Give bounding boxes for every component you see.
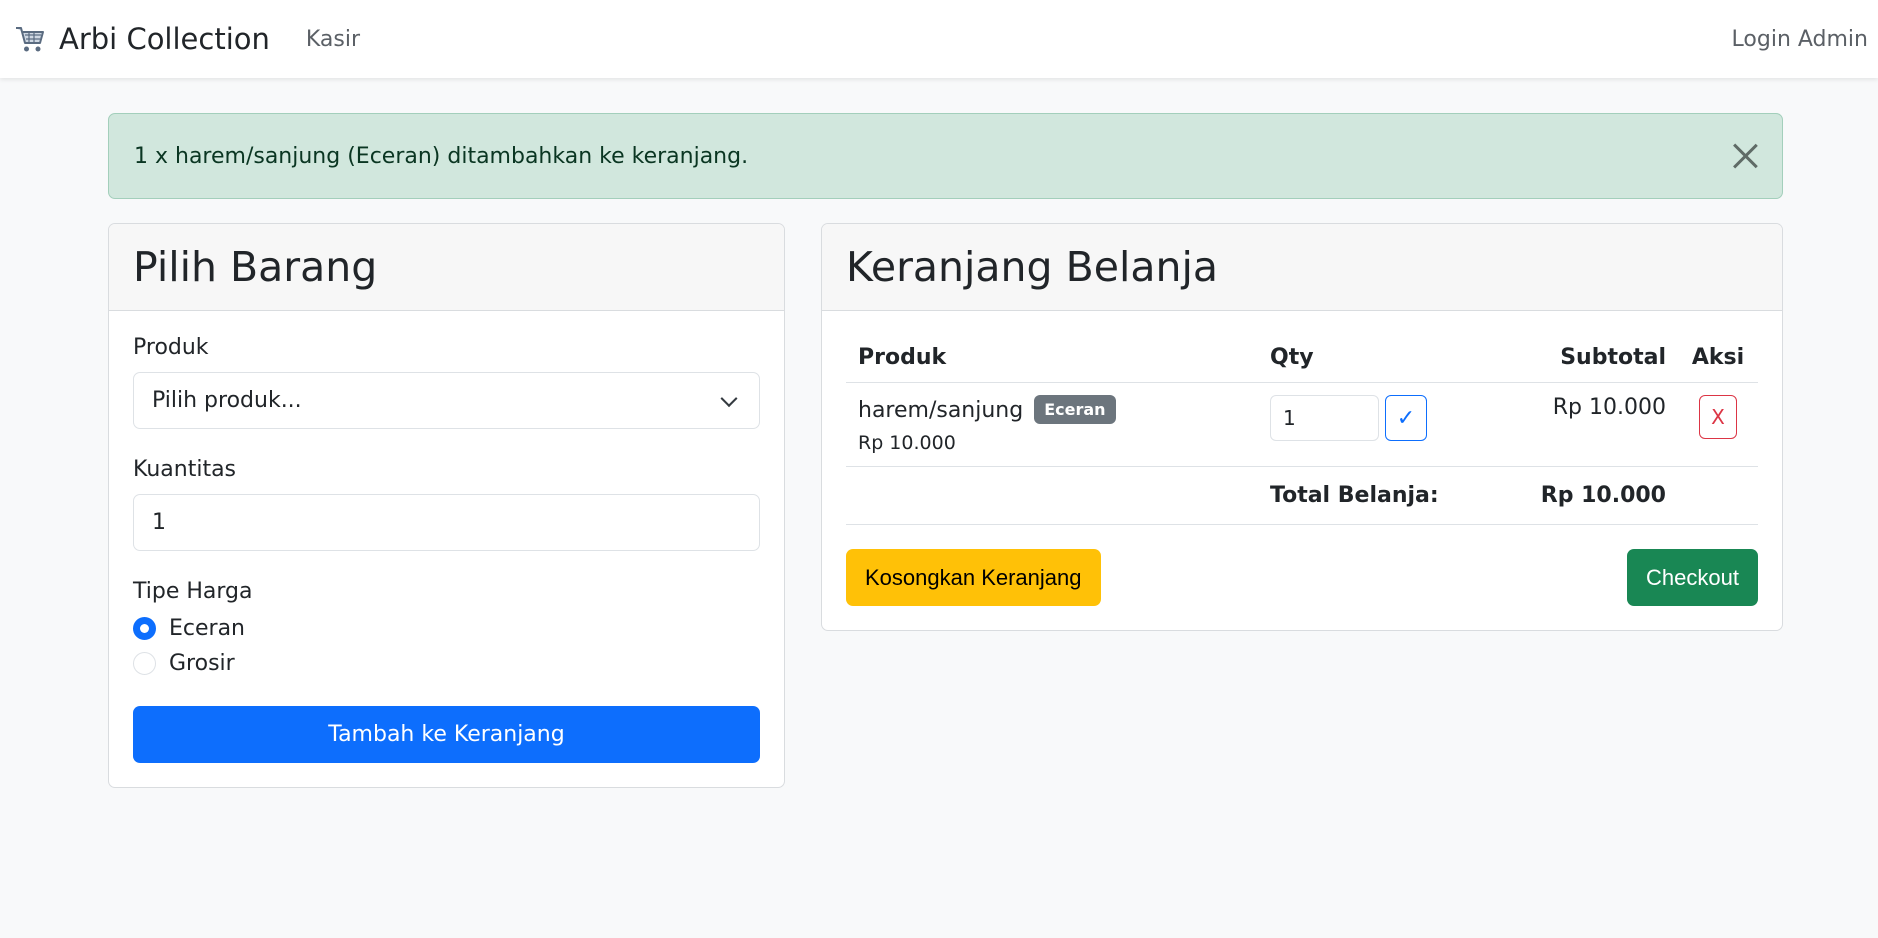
kuantitas-label: Kuantitas (133, 457, 237, 482)
radio-eceran-control[interactable] (133, 617, 156, 640)
keranjang-card: Keranjang Belanja Produk Qty Subtotal Ak… (821, 223, 1783, 631)
success-alert: 1 x harem/sanjung (Eceran) ditambahkan k… (108, 113, 1783, 199)
radio-grosir-control[interactable] (133, 652, 156, 675)
qty-value: 1 (1283, 406, 1296, 430)
navbar: Arbi Collection Kasir Login Admin (0, 0, 1878, 78)
tambah-ke-keranjang-button[interactable]: Tambah ke Keranjang (133, 706, 760, 763)
brand-link[interactable]: Arbi Collection (14, 22, 270, 56)
chevron-down-icon (720, 389, 738, 407)
produk-label: Produk (133, 335, 209, 360)
kuantitas-input[interactable]: 1 (133, 494, 760, 551)
radio-grosir[interactable]: Grosir (133, 651, 760, 676)
radio-eceran-label: Eceran (169, 616, 246, 641)
keranjang-title: Keranjang Belanja (822, 224, 1782, 311)
update-qty-button[interactable]: ✓ (1385, 395, 1427, 441)
shopping-cart-icon (14, 24, 46, 54)
kuantitas-value: 1 (152, 510, 166, 535)
tipe-harga-label: Tipe Harga (133, 579, 253, 604)
cart-actions: Kosongkan Keranjang Checkout (846, 549, 1758, 606)
checkout-button[interactable]: Checkout (1627, 549, 1758, 606)
total-value: Rp 10.000 (1458, 466, 1678, 525)
total-label: Total Belanja: (1258, 466, 1458, 525)
produk-selected-value: Pilih produk... (152, 388, 302, 413)
item-subtotal: Rp 10.000 (1458, 382, 1678, 467)
login-admin-link[interactable]: Login Admin (1732, 27, 1868, 52)
close-icon[interactable] (1730, 141, 1760, 171)
remove-icon: X (1711, 405, 1725, 429)
price-type-badge: Eceran (1034, 395, 1116, 424)
pilih-barang-card: Pilih Barang Produk Pilih produk... Kuan… (108, 223, 785, 788)
col-subtotal: Subtotal (1458, 335, 1678, 383)
col-aksi: Aksi (1678, 335, 1758, 383)
remove-item-button[interactable]: X (1699, 395, 1737, 439)
col-qty: Qty (1258, 335, 1458, 383)
qty-input[interactable]: 1 (1270, 395, 1379, 441)
table-row: harem/sanjung Eceran Rp 10.000 1 ✓ Rp 10… (846, 382, 1758, 467)
radio-eceran[interactable]: Eceran (133, 616, 760, 641)
total-row: Total Belanja: Rp 10.000 (846, 466, 1758, 525)
content-row: Pilih Barang Produk Pilih produk... Kuan… (108, 223, 1783, 788)
main-container: 1 x harem/sanjung (Eceran) ditambahkan k… (108, 113, 1783, 788)
alert-message: 1 x harem/sanjung (Eceran) ditambahkan k… (134, 143, 749, 169)
brand-name: Arbi Collection (59, 22, 270, 56)
check-icon: ✓ (1396, 405, 1416, 431)
cart-table: Produk Qty Subtotal Aksi harem/sanjung E… (846, 335, 1758, 525)
produk-select[interactable]: Pilih produk... (133, 372, 760, 429)
pilih-barang-title: Pilih Barang (109, 224, 784, 311)
kosongkan-keranjang-button[interactable]: Kosongkan Keranjang (846, 549, 1101, 606)
item-name: harem/sanjung (858, 398, 1024, 423)
radio-grosir-label: Grosir (169, 651, 235, 676)
nav-link-kasir[interactable]: Kasir (306, 27, 360, 52)
col-produk: Produk (846, 335, 1258, 383)
item-price: Rp 10.000 (858, 432, 956, 454)
